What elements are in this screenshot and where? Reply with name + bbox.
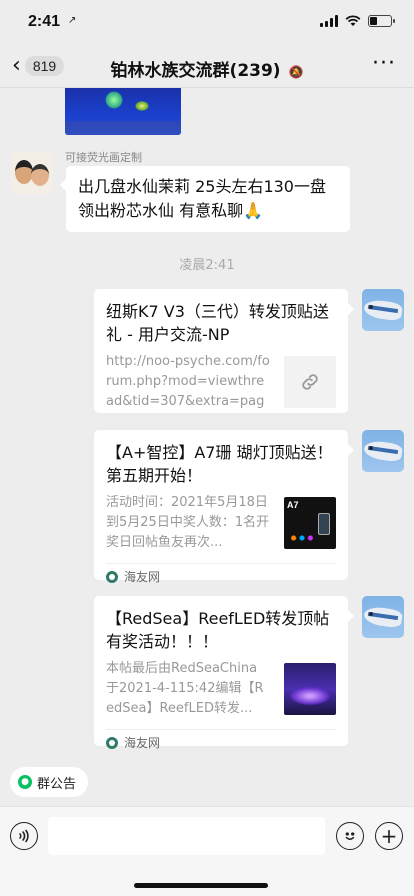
card-source: 海友网 (106, 729, 336, 755)
location-arrow-icon: ↗ (68, 15, 77, 26)
announcement-label: 群公告 (37, 776, 77, 792)
status-bar: 2:41 ↗ (0, 0, 414, 46)
aquarium-image[interactable] (65, 88, 181, 135)
card-desc: http://noo-psyche.com/forum.php?mod=view… (106, 354, 270, 409)
announcement-icon: ● (18, 775, 32, 789)
cellular-signal-icon (320, 15, 338, 27)
plus-icon[interactable]: + (375, 822, 403, 850)
message-input[interactable] (48, 817, 325, 855)
source-icon (106, 736, 118, 749)
link-icon (284, 356, 336, 408)
chat-title-wrap: 铂林水族交流群(239) 🔕 (0, 56, 414, 81)
status-icons (320, 15, 395, 27)
input-bar: + (0, 806, 414, 896)
bell-slash-icon: 🔕 (288, 65, 304, 79)
card-title: 【A+智控】A7珊 瑚灯顶贴送！第五期开始！ (106, 443, 333, 485)
avatar[interactable] (362, 596, 404, 638)
sender-name: 可接荧光画定制 (65, 151, 142, 164)
wifi-icon (345, 15, 361, 26)
battery-fill (370, 17, 377, 25)
time-separator: 凌晨2:41 (179, 258, 235, 273)
avatar[interactable] (362, 289, 404, 331)
card-title: 纽斯K7 V3（三代）转发顶贴送礼 - 用户交流-NP (106, 302, 329, 344)
chat-header: ‹ 819 铂林水族交流群(239) 🔕 ··· (0, 46, 414, 88)
group-announcement-button[interactable]: ● 群公告 (10, 767, 89, 797)
thumb-label: A7 (287, 500, 299, 510)
emoji-icon[interactable] (336, 822, 364, 850)
link-card[interactable]: 【A+智控】A7珊 瑚灯顶贴送！第五期开始！ 活动时间：2021年5月18日到5… (94, 430, 354, 584)
link-card[interactable]: 纽斯K7 V3（三代）转发顶贴送礼 - 用户交流-NP http://noo-p… (94, 289, 354, 413)
card-desc: 本帖最后由RedSeaChina于2021-4-115:42编辑【RedSea】… (106, 661, 264, 716)
chat-area[interactable]: 可接荧光画定制 出几盘水仙茉莉 25头左右130一盘 领出粉芯水仙 有意私聊🙏 … (0, 88, 414, 756)
card-source: 海友网 (106, 563, 336, 589)
source-name: 海友网 (124, 736, 161, 750)
card-thumbnail (284, 663, 336, 715)
card-title: 【RedSea】ReefLED转发顶帖有奖活动！！！ (106, 609, 330, 651)
message-bubble[interactable]: 出几盘水仙茉莉 25头左右130一盘 领出粉芯水仙 有意私聊🙏 (60, 166, 350, 232)
source-name: 海友网 (124, 570, 161, 584)
more-icon[interactable]: ··· (372, 52, 396, 76)
card-desc: 活动时间：2021年5月18日到5月25日中奖人数：1名开奖日回帖鱼友再次... (106, 495, 270, 550)
status-time: 2:41 (28, 13, 61, 30)
home-indicator (134, 883, 268, 888)
chat-title: 铂林水族交流群(239) (110, 61, 281, 81)
source-icon (106, 570, 118, 583)
battery-icon (368, 15, 395, 27)
avatar[interactable] (11, 152, 53, 194)
voice-icon[interactable] (10, 822, 38, 850)
avatar[interactable] (362, 430, 404, 472)
card-thumbnail: A7 (284, 497, 336, 549)
link-card[interactable]: 【RedSea】ReefLED转发顶帖有奖活动！！！ 本帖最后由RedSeaCh… (94, 596, 354, 750)
